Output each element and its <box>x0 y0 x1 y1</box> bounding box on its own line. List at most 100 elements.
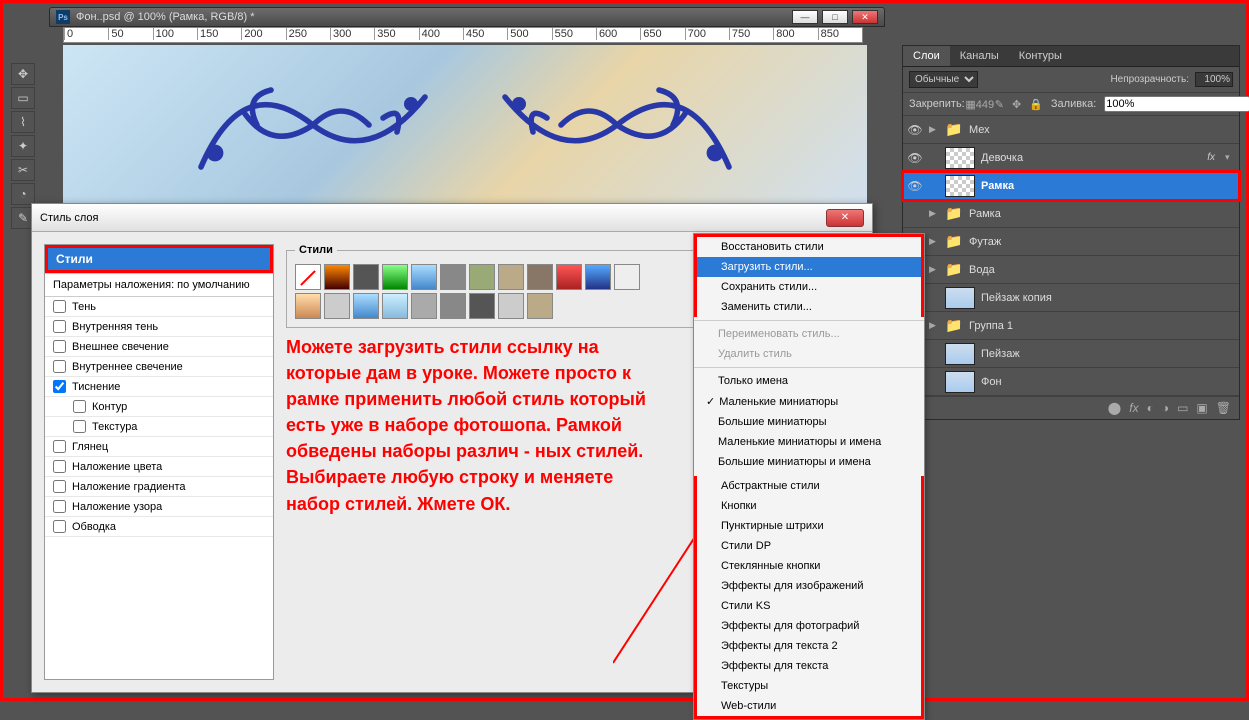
mask-icon[interactable]: ◐ <box>1147 401 1154 415</box>
layer-row[interactable]: 👁Фон <box>903 368 1239 396</box>
style-swatch[interactable] <box>411 264 437 290</box>
layer-thumbnail[interactable] <box>945 175 975 197</box>
preset-item[interactable]: Web-стили <box>697 696 921 716</box>
lock-transparent-icon[interactable]: ▦449 <box>973 97 987 111</box>
menu-names-only[interactable]: Только имена <box>694 371 924 391</box>
style-swatch[interactable] <box>556 264 582 290</box>
style-swatch[interactable] <box>585 264 611 290</box>
document-titlebar[interactable]: Ps Фон..psd @ 100% (Рамка, RGB/8) * — □ … <box>49 7 885 27</box>
fill-input[interactable] <box>1104 96 1249 112</box>
style-swatch[interactable] <box>498 293 524 319</box>
layer-thumbnail[interactable] <box>945 371 975 393</box>
layer-row[interactable]: 👁Рамка <box>903 172 1239 200</box>
effect-row[interactable]: Внутренняя тень <box>45 317 273 337</box>
effect-checkbox[interactable] <box>53 360 66 373</box>
effect-checkbox[interactable] <box>53 320 66 333</box>
opacity-input[interactable] <box>1195 72 1233 87</box>
new-layer-icon[interactable]: ▣ <box>1196 401 1207 415</box>
menu-load-styles[interactable]: Загрузить стили... <box>697 257 921 277</box>
dialog-close-button[interactable]: ✕ <box>826 209 864 227</box>
crop-tool[interactable]: ✂ <box>11 159 35 181</box>
maximize-button[interactable]: □ <box>822 10 848 24</box>
preset-item[interactable]: Эффекты для текста 2 <box>697 636 921 656</box>
style-swatch[interactable] <box>614 264 640 290</box>
menu-replace-styles[interactable]: Заменить стили... <box>697 297 921 317</box>
layer-row[interactable]: 👁▶📁Футаж <box>903 228 1239 256</box>
menu-small-thumbs-names[interactable]: Маленькие миниатюры и имена <box>694 432 924 452</box>
effect-row[interactable]: Контур <box>45 397 273 417</box>
effect-checkbox[interactable] <box>53 440 66 453</box>
lock-paint-icon[interactable]: ✎ <box>995 97 1004 111</box>
layer-thumbnail[interactable] <box>945 343 975 365</box>
style-swatch[interactable] <box>498 264 524 290</box>
layer-row[interactable]: 👁Пейзаж копия <box>903 284 1239 312</box>
layer-row[interactable]: 👁▶📁Группа 1 <box>903 312 1239 340</box>
effect-checkbox[interactable] <box>73 400 86 413</box>
menu-large-thumbs[interactable]: Большие миниатюры <box>694 412 924 432</box>
preset-item[interactable]: Пунктирные штрихи <box>697 516 921 536</box>
style-swatch[interactable] <box>324 293 350 319</box>
style-swatch[interactable] <box>469 264 495 290</box>
fx-icon[interactable]: fx <box>1129 401 1138 415</box>
dialog-titlebar[interactable]: Стиль слоя ✕ <box>32 204 872 232</box>
group-icon[interactable]: ▭ <box>1177 401 1188 415</box>
tab-layers[interactable]: Слои <box>903 46 950 66</box>
tab-channels[interactable]: Каналы <box>950 46 1009 66</box>
style-swatch[interactable] <box>353 264 379 290</box>
expand-icon[interactable]: ▶ <box>929 208 939 219</box>
layer-row[interactable]: 👁▶📁Вода <box>903 256 1239 284</box>
layer-row[interactable]: 👁Девочкаfx▾ <box>903 144 1239 172</box>
tab-paths[interactable]: Контуры <box>1009 46 1072 66</box>
preset-item[interactable]: Эффекты для изображений <box>697 576 921 596</box>
layer-row[interactable]: ▶📁Рамка <box>903 200 1239 228</box>
effect-checkbox[interactable] <box>53 500 66 513</box>
style-swatch[interactable] <box>469 293 495 319</box>
preset-item[interactable]: Текстуры <box>697 676 921 696</box>
style-swatch[interactable] <box>440 264 466 290</box>
style-swatch[interactable] <box>527 264 553 290</box>
marquee-tool[interactable]: ▭ <box>11 87 35 109</box>
expand-icon[interactable]: ▶ <box>929 320 939 331</box>
expand-icon[interactable]: ▶ <box>929 236 939 247</box>
preset-item[interactable]: Стили DP <box>697 536 921 556</box>
menu-large-thumbs-names[interactable]: Большие миниатюры и имена <box>694 452 924 472</box>
style-swatch[interactable] <box>382 293 408 319</box>
effect-checkbox[interactable] <box>53 340 66 353</box>
effect-row[interactable]: Наложение узора <box>45 497 273 517</box>
preset-item[interactable]: Стеклянные кнопки <box>697 556 921 576</box>
effect-checkbox[interactable] <box>53 380 66 393</box>
effect-checkbox[interactable] <box>53 520 66 533</box>
effect-row[interactable]: Обводка <box>45 517 273 537</box>
close-button[interactable]: ✕ <box>852 10 878 24</box>
lock-all-icon[interactable]: 🔒 <box>1029 97 1043 111</box>
blending-params[interactable]: Параметры наложения: по умолчанию <box>45 273 273 297</box>
effect-checkbox[interactable] <box>73 420 86 433</box>
layer-row[interactable]: 👁▶📁Мех <box>903 116 1239 144</box>
effect-row[interactable]: Тень <box>45 297 273 317</box>
layer-thumbnail[interactable] <box>945 287 975 309</box>
effect-row[interactable]: Внешнее свечение <box>45 337 273 357</box>
eyedropper-tool[interactable]: ◔ <box>11 183 35 205</box>
menu-small-thumbs[interactable]: Маленькие миниатюры <box>694 391 924 412</box>
visibility-icon[interactable]: 👁 <box>907 151 923 165</box>
style-swatch[interactable] <box>295 293 321 319</box>
preset-item[interactable]: Эффекты для текста <box>697 656 921 676</box>
style-swatch[interactable] <box>527 293 553 319</box>
style-swatch[interactable] <box>382 264 408 290</box>
wand-tool[interactable]: ✦ <box>11 135 35 157</box>
preset-item[interactable]: Абстрактные стили <box>697 476 921 496</box>
effect-checkbox[interactable] <box>53 480 66 493</box>
effect-row[interactable]: Глянец <box>45 437 273 457</box>
layer-row[interactable]: 👁Пейзаж <box>903 340 1239 368</box>
preset-item[interactable]: Кнопки <box>697 496 921 516</box>
blend-mode-select[interactable]: Обычные <box>909 71 978 88</box>
preset-item[interactable]: Стили KS <box>697 596 921 616</box>
lasso-tool[interactable]: ⌇ <box>11 111 35 133</box>
move-tool[interactable]: ✥ <box>11 63 35 85</box>
trash-icon[interactable]: 🗑 <box>1216 401 1231 415</box>
fx-badge[interactable]: fx <box>1207 152 1215 163</box>
styles-header[interactable]: Стили <box>48 248 270 270</box>
style-swatch[interactable] <box>411 293 437 319</box>
style-swatch[interactable] <box>440 293 466 319</box>
effect-checkbox[interactable] <box>53 300 66 313</box>
